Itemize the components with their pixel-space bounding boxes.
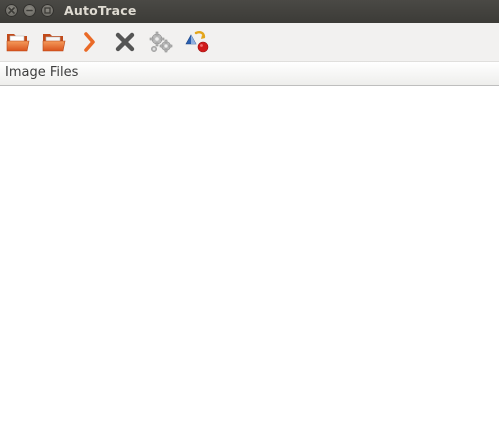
title-bar[interactable]: AutoTrace — [0, 0, 499, 23]
toolbar — [0, 23, 499, 62]
open-folder-icon — [42, 34, 66, 52]
trace-button[interactable] — [182, 28, 212, 56]
shapes-icon — [185, 31, 209, 53]
maximize-window-button[interactable] — [41, 4, 54, 17]
close-window-button[interactable] — [5, 4, 18, 17]
open-folder-icon — [6, 34, 30, 52]
minimize-icon — [26, 9, 33, 12]
run-button[interactable] — [75, 28, 105, 56]
open-folder-button[interactable] — [39, 28, 69, 56]
close-icon — [8, 7, 15, 14]
settings-button[interactable] — [146, 28, 176, 56]
chevron-right-icon — [84, 32, 95, 52]
minimize-window-button[interactable] — [23, 4, 36, 17]
window-title: AutoTrace — [64, 3, 137, 18]
app-window: AutoTrace Image Files — [0, 0, 499, 423]
x-icon — [115, 32, 135, 52]
list-column-header[interactable]: Image Files — [0, 62, 499, 86]
image-files-header-label: Image Files — [5, 65, 79, 80]
remove-button[interactable] — [110, 28, 140, 56]
gears-icon — [149, 31, 173, 53]
maximize-icon — [44, 7, 51, 14]
open-file-button[interactable] — [3, 28, 33, 56]
image-files-list[interactable] — [0, 86, 499, 423]
